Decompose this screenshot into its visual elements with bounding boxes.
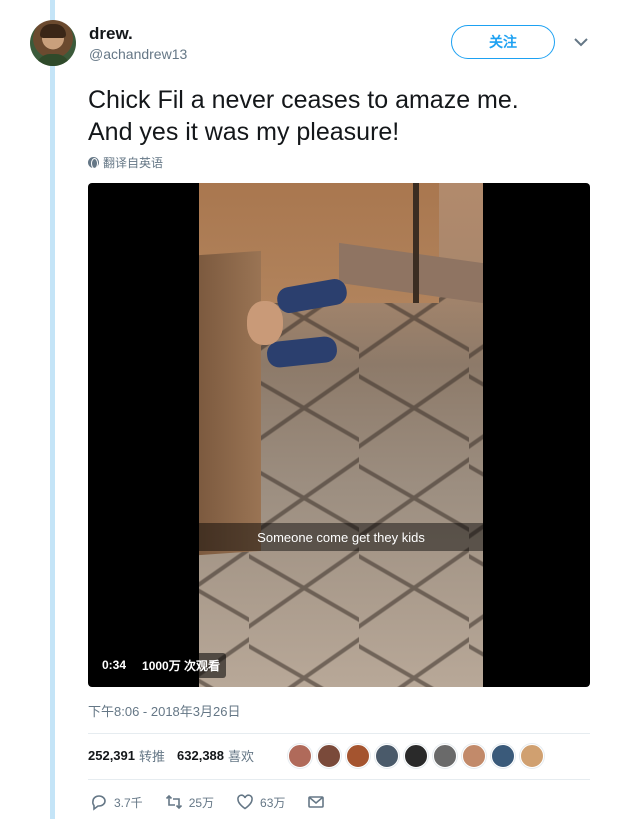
like-count[interactable]: 632,388 bbox=[177, 748, 224, 763]
liker-avatar[interactable] bbox=[375, 744, 399, 768]
liker-avatar[interactable] bbox=[346, 744, 370, 768]
avatar-shirt bbox=[36, 54, 70, 66]
retweet-label[interactable]: 转推 bbox=[139, 746, 165, 765]
heart-icon bbox=[237, 794, 253, 810]
liker-avatar[interactable] bbox=[288, 744, 312, 768]
reply-button[interactable]: 3.7千 bbox=[90, 793, 143, 811]
video-meta: 0:34 1000万 次观看 bbox=[96, 652, 227, 678]
user-display-name[interactable]: drew. bbox=[89, 24, 133, 44]
liker-avatar[interactable] bbox=[491, 744, 515, 768]
divider bbox=[88, 779, 590, 780]
chevron-down-icon[interactable] bbox=[573, 36, 589, 48]
video-duration: 0:34 bbox=[96, 654, 133, 676]
follow-button[interactable]: 关注 bbox=[451, 25, 555, 59]
like-button[interactable]: 63万 bbox=[236, 793, 285, 811]
tweet-actions: 3.7千 25万 63万 bbox=[90, 793, 347, 811]
liker-avatar[interactable] bbox=[317, 744, 341, 768]
video-views: 1000万 次观看 bbox=[136, 652, 227, 678]
liker-avatars bbox=[288, 744, 544, 768]
video-caption: Someone come get they kids bbox=[199, 523, 483, 551]
liker-avatar[interactable] bbox=[462, 744, 486, 768]
retweet-button[interactable]: 25万 bbox=[165, 793, 214, 811]
reply-count: 3.7千 bbox=[114, 795, 143, 810]
conversation-thread-line bbox=[50, 0, 55, 819]
direct-message-button[interactable] bbox=[307, 793, 325, 811]
retweet-icon bbox=[165, 794, 182, 810]
child-figure bbox=[247, 277, 349, 373]
like-label[interactable]: 喜欢 bbox=[228, 746, 254, 765]
avatar[interactable] bbox=[30, 20, 76, 66]
engagement-stats: 252,391 转推 632,388 喜欢 bbox=[88, 746, 266, 765]
liker-avatar[interactable] bbox=[404, 744, 428, 768]
liker-avatar[interactable] bbox=[520, 744, 544, 768]
translate-label: 翻译自英语 bbox=[103, 156, 164, 170]
tweet-line: Chick Fil a never ceases to amaze me. bbox=[88, 86, 519, 114]
globe-icon bbox=[88, 157, 99, 169]
liker-avatar[interactable] bbox=[433, 744, 457, 768]
translate-link[interactable]: 翻译自英语 bbox=[88, 154, 163, 171]
envelope-icon bbox=[308, 796, 325, 808]
tweet-timestamp[interactable]: 下午8:06 - 2018年3月26日 bbox=[88, 701, 240, 720]
tweet-line: And yes it was my pleasure! bbox=[88, 118, 400, 146]
like-action-count: 63万 bbox=[260, 795, 286, 810]
video-player[interactable]: Someone come get they kids 0:34 1000万 次观… bbox=[88, 183, 590, 687]
reply-icon bbox=[92, 795, 106, 811]
retweet-count[interactable]: 252,391 bbox=[88, 748, 135, 763]
user-handle[interactable]: @achandrew13 bbox=[89, 46, 187, 62]
video-frame bbox=[199, 183, 483, 687]
stall-pipe bbox=[413, 183, 419, 303]
retweet-action-count: 25万 bbox=[188, 795, 215, 810]
divider bbox=[88, 733, 590, 734]
child-head bbox=[247, 301, 283, 345]
avatar-hair bbox=[40, 24, 66, 38]
tweet-text: Chick Fil a never ceases to amaze me. An… bbox=[88, 84, 588, 148]
